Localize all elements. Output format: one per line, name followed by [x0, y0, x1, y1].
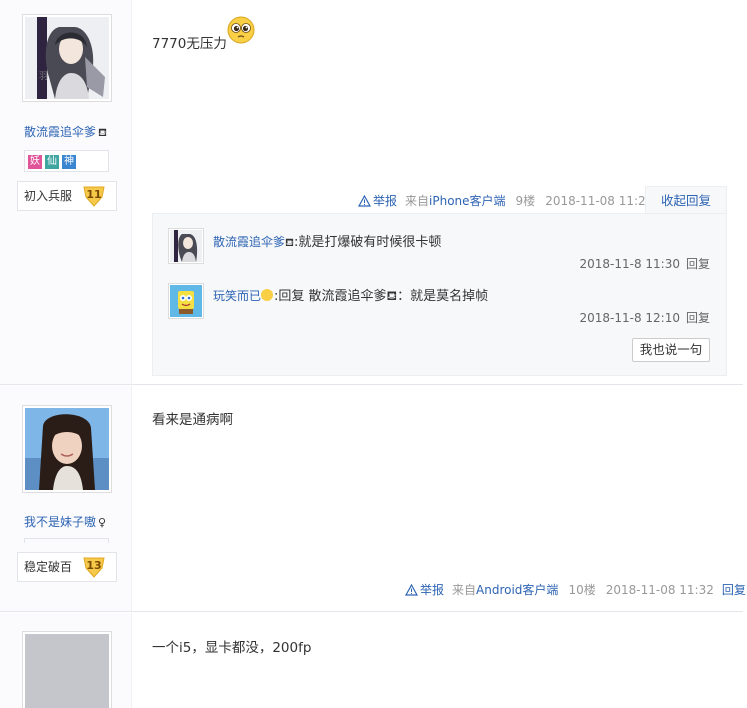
reply-author[interactable]: 散流霞追伞爹: [213, 235, 285, 249]
level-name: 初入兵服: [24, 189, 73, 203]
reply-time: 2018-11-8 12:10: [579, 311, 680, 325]
avatar-frame[interactable]: [22, 405, 112, 493]
badge-shen-icon[interactable]: 神: [62, 155, 76, 169]
say-something-button[interactable]: 我也说一句: [632, 338, 710, 362]
author-sidebar: [0, 613, 132, 708]
sex-icon: ⛾: [285, 236, 295, 249]
avatar-frame[interactable]: 羽: [22, 14, 112, 102]
level-shield-icon: 13: [82, 556, 106, 578]
report-label[interactable]: 举报: [420, 581, 444, 598]
post-tail: 举报 来自Android客户端 10楼 2018-11-08 11:32 回复: [405, 581, 746, 598]
avatar-frame[interactable]: [22, 631, 112, 708]
post-text: 7770无压力: [152, 36, 227, 52]
svg-text:羽: 羽: [39, 71, 48, 82]
post-content: 一个i5，显卡都没，200fp: [152, 636, 311, 656]
reply-meta: 2018-11-8 11:30 回复: [579, 255, 710, 272]
reply-text: :回复 散流霞追伞爹⛾：就是莫名掉帧: [274, 289, 489, 304]
reply-text: :就是打爆破有时候很卡顿: [294, 235, 442, 250]
avatar-placeholder: [25, 634, 109, 708]
warning-icon: [405, 583, 418, 596]
floor-number: 9楼: [515, 194, 536, 208]
device-link[interactable]: Android客户端: [476, 583, 558, 597]
post-floor-9: 羽 散流霞追伞爹 ⛾ 妖仙神 初入兵服 11 7770无压力 举报 来自iPho…: [0, 0, 743, 385]
smiley-icon: [261, 289, 274, 301]
level-number: 13: [86, 559, 102, 572]
author-sidebar: 我不是妹子嗷 ♀ 稳定破百 13: [0, 386, 132, 611]
reply-time: 2018-11-8 11:30: [579, 257, 680, 271]
reply-button[interactable]: 回复: [686, 311, 710, 325]
post-time: 2018-11-08 11:32: [605, 582, 714, 597]
author-name-text[interactable]: 我不是妹子嗷: [24, 515, 96, 529]
level-name: 稳定破百: [24, 560, 73, 574]
pleading-face-emoji-icon: [227, 16, 255, 44]
reply-author[interactable]: 玩笑而已: [213, 289, 261, 303]
reply-line: 玩笑而已 :回复 散流霞追伞爹⛾：就是莫名掉帧: [213, 285, 488, 306]
author-name-text[interactable]: 散流霞追伞爹: [24, 125, 96, 139]
level-box[interactable]: 稳定破百 13: [17, 552, 117, 582]
reply-line: 散流霞追伞爹⛾:就是打爆破有时候很卡顿: [213, 231, 441, 251]
reply-meta: 2018-11-8 12:10 回复: [579, 309, 710, 326]
post-text: 一个i5，显卡都没，200fp: [152, 640, 312, 656]
level-box[interactable]: 初入兵服 11: [17, 181, 117, 211]
report-link[interactable]: 举报: [405, 581, 444, 598]
badge-yao-icon[interactable]: 妖: [28, 155, 42, 169]
report-label[interactable]: 举报: [373, 192, 397, 209]
from-prefix: 来自: [452, 583, 477, 597]
avatar: [25, 408, 109, 490]
from-prefix: 来自: [405, 194, 430, 208]
post-content: 看来是通病啊: [152, 408, 233, 428]
report-link[interactable]: 举报: [358, 192, 397, 209]
floor-number: 10楼: [568, 583, 596, 597]
reply-button[interactable]: 回复: [686, 257, 710, 271]
female-icon: ♀: [98, 516, 107, 529]
author-name[interactable]: 我不是妹子嗷 ♀: [24, 513, 106, 530]
reply-avatar[interactable]: [168, 283, 204, 319]
reply-button[interactable]: 回复: [722, 581, 746, 598]
badge-xian-icon[interactable]: 仙: [45, 155, 59, 169]
level-shield-icon: 11: [82, 185, 106, 207]
author-name[interactable]: 散流霞追伞爹 ⛾: [24, 123, 107, 141]
post-floor-10: 我不是妹子嗷 ♀ 稳定破百 13 看来是通病啊 举报 来自Android客户端 1…: [0, 386, 746, 612]
device-link[interactable]: iPhone客户端: [429, 194, 506, 208]
avatar: 羽: [25, 17, 109, 99]
reply-avatar[interactable]: [168, 228, 204, 264]
sub-reply-panel: 散流霞追伞爹⛾:就是打爆破有时候很卡顿 2018-11-8 11:30 回复 玩笑…: [152, 213, 727, 376]
post-time: 2018-11-08 11:29: [545, 193, 654, 208]
badge-strip: 妖仙神: [24, 150, 109, 172]
post-floor-11: 一个i5，显卡都没，200fp: [0, 613, 743, 708]
post-content: 7770无压力: [152, 32, 227, 52]
collapse-replies-button[interactable]: 收起回复: [645, 186, 727, 214]
device-source: 来自iPhone客户端: [405, 192, 506, 209]
sex-icon: ⛾: [98, 126, 108, 139]
author-sidebar: 羽 散流霞追伞爹 ⛾ 妖仙神 初入兵服 11: [0, 0, 132, 384]
post-tail: 举报 来自iPhone客户端 9楼 2018-11-08 11:29: [358, 192, 653, 209]
badge-strip-empty: [24, 538, 109, 543]
device-source: 来自Android客户端: [452, 581, 558, 598]
warning-icon: [358, 194, 371, 207]
post-text: 看来是通病啊: [152, 412, 233, 428]
level-number: 11: [86, 188, 102, 201]
